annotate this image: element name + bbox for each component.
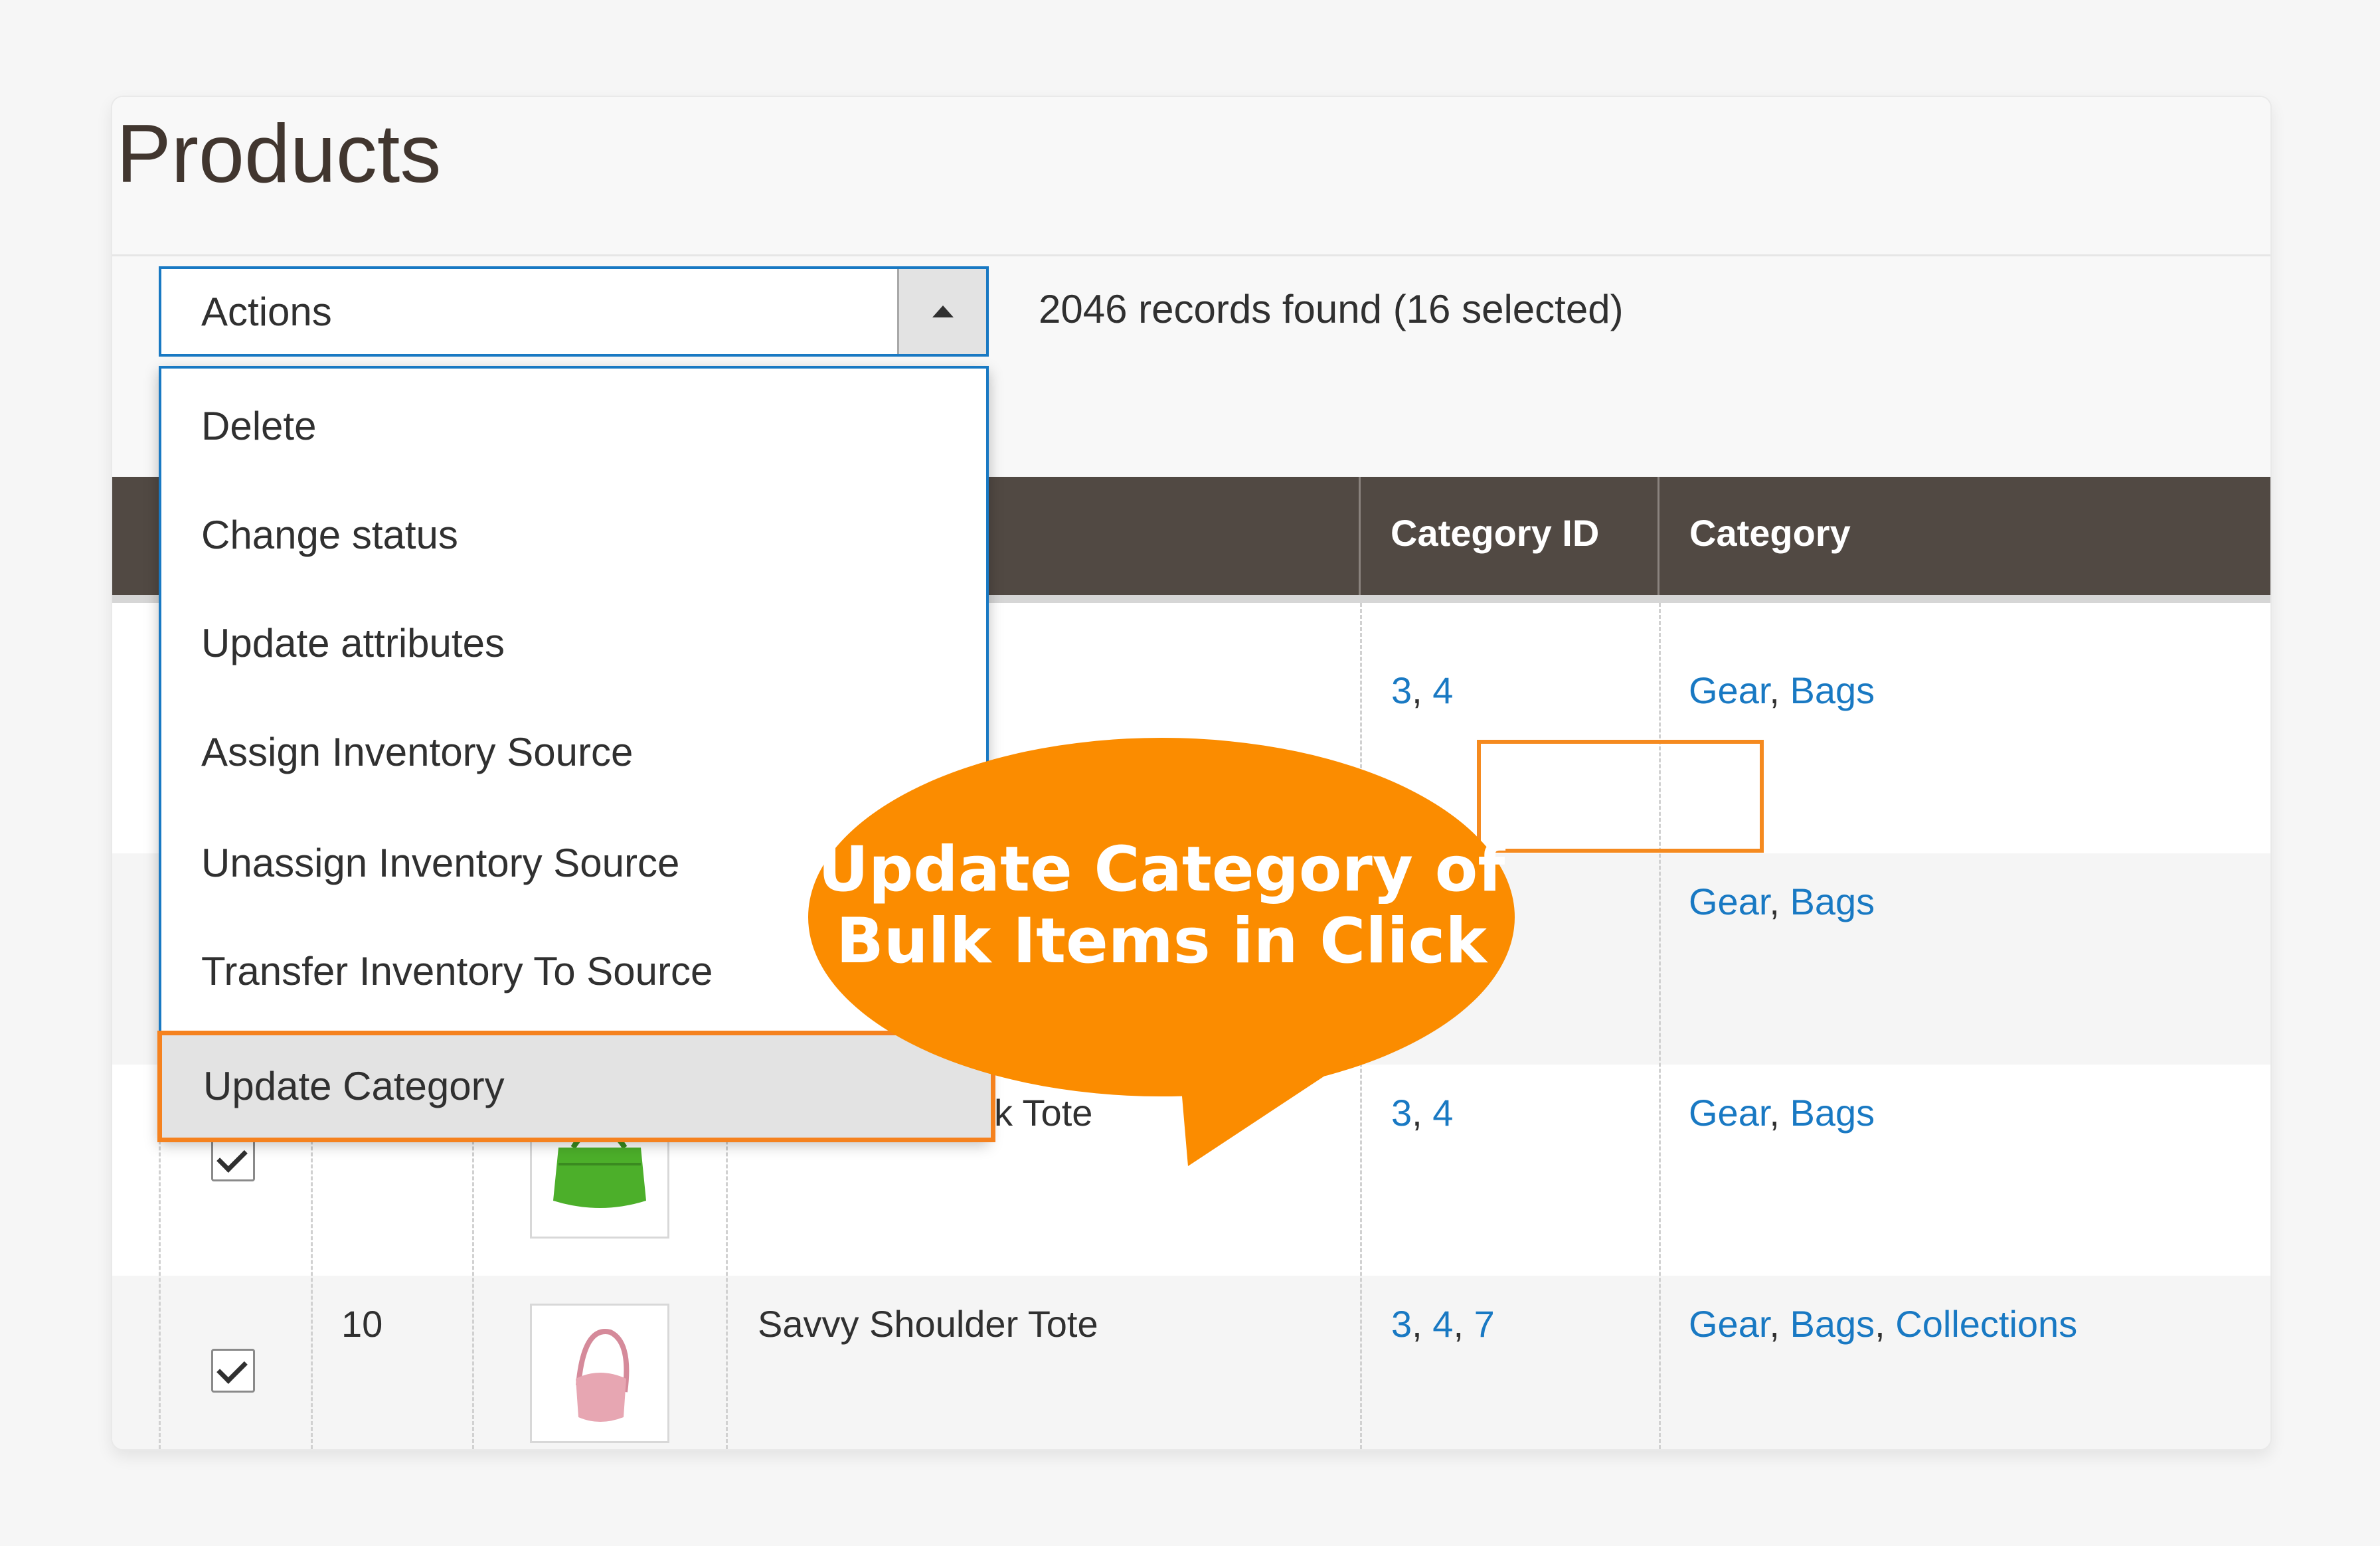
actions-dropdown-toggle[interactable] [897,269,986,354]
actions-dropdown-label: Actions [201,290,332,334]
records-count: 2046 records found (16 selected) [1039,287,1624,331]
category-id-link[interactable]: 7 [1474,1303,1495,1345]
column-divider [1658,477,1659,595]
menu-item-update-attributes[interactable]: Update attributes [201,620,505,666]
page-header: Products [112,97,2270,256]
menu-item-unassign-inventory-source[interactable]: Unassign Inventory Source [201,840,679,886]
category-id-cell: 3, 4 [1391,669,1454,711]
category-cell: Gear, Bags, Collections [1689,1303,2078,1345]
category-link[interactable]: Bags [1790,669,1875,711]
row-checkbox[interactable] [211,1138,255,1181]
callout-text: Update Category of Bulk Items in Click [806,833,1517,978]
category-link[interactable]: Gear [1689,669,1769,711]
column-header-category-id[interactable]: Category ID [1391,511,1599,555]
checkmark-icon [216,1142,248,1173]
column-header-category[interactable]: Category [1689,511,1851,555]
checkmark-icon [216,1353,248,1384]
column-divider [1659,603,1661,1449]
pink-bag-icon [576,1329,630,1422]
category-id-link[interactable]: 4 [1432,1303,1453,1345]
category-id-link[interactable]: 4 [1432,669,1453,711]
product-name: Savvy Shoulder Tote [758,1303,1098,1345]
category-link[interactable]: Bags [1790,1303,1875,1345]
category-cell: Gear, Bags [1689,881,1875,922]
menu-item-transfer-inventory[interactable]: Transfer Inventory To Source [201,948,713,994]
table-row[interactable]: 10 Savvy Shoulder Tote 3, 4, 7 Gear, Bag… [112,1276,2270,1449]
page-title: Products [116,108,442,200]
menu-item-assign-inventory-source[interactable]: Assign Inventory Source [201,729,633,775]
column-divider [1359,477,1361,595]
callout-line-1: Update Category of [817,833,1505,906]
menu-item-change-status[interactable]: Change status [201,512,458,558]
category-link[interactable]: Gear [1689,881,1769,922]
actions-dropdown[interactable]: Actions [159,266,989,357]
product-id: 10 [341,1303,383,1345]
category-cell: Gear, Bags [1689,1092,1875,1134]
category-link[interactable]: Collections [1895,1303,2077,1345]
category-cell: Gear, Bags [1689,669,1875,711]
category-id-cell: 3, 4, 7 [1391,1303,1495,1345]
menu-item-delete[interactable]: Delete [201,403,316,449]
caret-up-icon [932,305,954,317]
category-id-link[interactable]: 3 [1391,669,1412,711]
products-panel: Products Actions 2046 records found (16 … [111,96,2272,1450]
category-id-highlight [1477,740,1764,853]
category-link[interactable]: Gear [1689,1303,1769,1345]
category-link[interactable]: Bags [1790,881,1875,922]
callout-line-2: Bulk Items in Click [836,905,1487,978]
row-checkbox[interactable] [211,1349,255,1393]
category-id-link[interactable]: 3 [1391,1303,1412,1345]
product-thumbnail[interactable] [530,1304,669,1443]
category-link[interactable]: Gear [1689,1092,1769,1134]
category-link[interactable]: Bags [1790,1092,1875,1134]
